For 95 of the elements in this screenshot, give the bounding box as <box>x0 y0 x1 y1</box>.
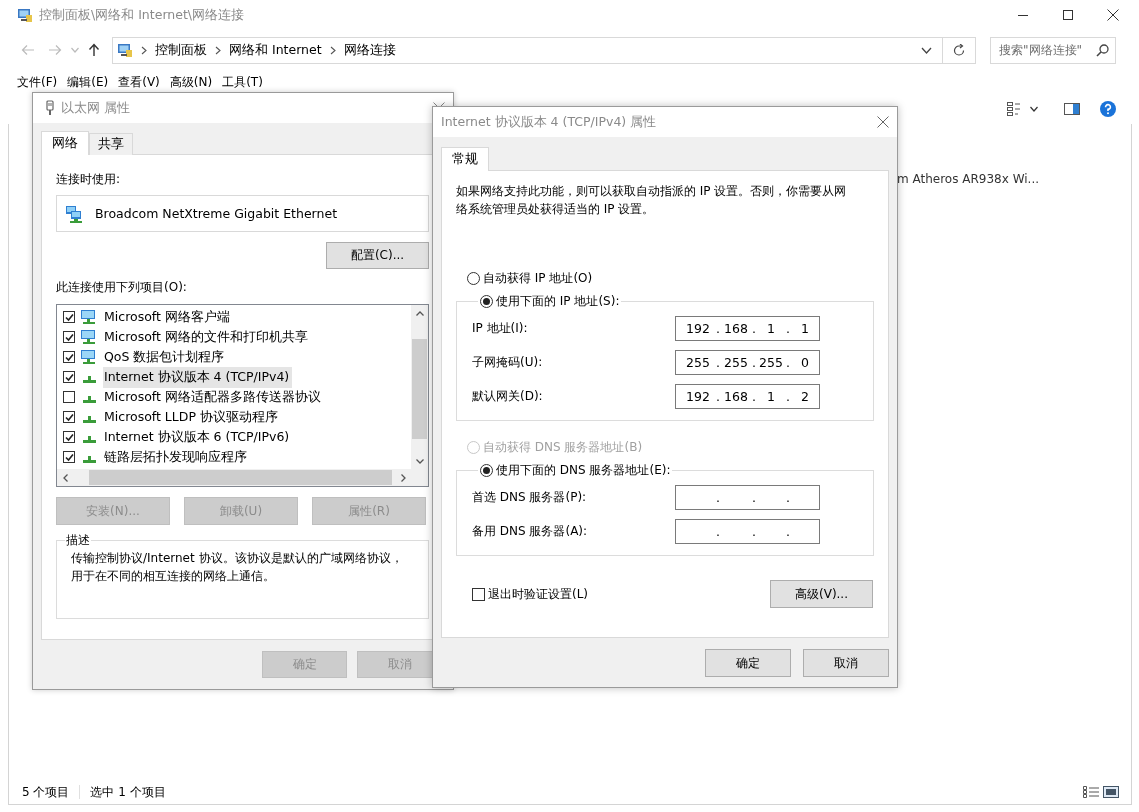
close-icon[interactable] <box>1106 9 1119 21</box>
scroll-right-icon[interactable] <box>400 473 406 482</box>
radio-button[interactable]: 使用下面的 DNS 服务器地址(E): <box>478 462 673 479</box>
protocol-icon <box>83 396 96 403</box>
window-title: 控制面板\网络和 Internet\网络连接 <box>39 6 245 24</box>
up-icon[interactable] <box>88 43 100 57</box>
chevron-icon <box>329 45 336 55</box>
group-label: 描述 <box>65 532 91 549</box>
ip-address-field[interactable]: . . . <box>675 484 820 510</box>
protocol-icon <box>83 376 96 383</box>
breadcrumb-item[interactable]: 网络连接 <box>343 41 396 59</box>
checkbox[interactable]: 退出时验证设置(L) <box>472 585 589 603</box>
details-view-icon[interactable] <box>1083 786 1099 798</box>
checkbox[interactable] <box>63 451 75 463</box>
refresh-icon[interactable] <box>953 43 965 57</box>
dialog-button[interactable]: 取消 <box>803 649 889 677</box>
computer-network-icon <box>80 309 98 325</box>
field-label: IP 地址(I): <box>472 319 529 337</box>
scrollbar[interactable] <box>411 305 428 469</box>
preview-pane-icon[interactable] <box>1064 103 1080 115</box>
tab[interactable]: 网络 <box>41 131 89 155</box>
configure-button[interactable]: 配置(C)... <box>326 242 429 269</box>
list-item[interactable]: Microsoft 网络的文件和打印机共享 <box>103 326 311 348</box>
checkbox[interactable] <box>63 391 75 403</box>
breadcrumb-item[interactable]: 网络和 Internet <box>229 41 322 59</box>
list-item[interactable]: 链路层拓扑发现响应程序 <box>103 446 250 468</box>
advanced-button[interactable]: 高级(V)... <box>770 580 873 608</box>
field-label: 首选 DNS 服务器(P): <box>472 488 588 506</box>
large-icons-view-icon[interactable] <box>1103 786 1119 798</box>
control-panel-icon <box>17 7 33 23</box>
search-icon[interactable] <box>1096 43 1109 57</box>
list-item[interactable]: QoS 数据包计划程序 <box>103 346 228 368</box>
ip-address-field[interactable]: 255 . 255 . 255 . 0 <box>675 349 820 375</box>
address-bar[interactable]: 控制面板 网络和 Internet 网络连接 <box>112 36 943 64</box>
protocol-icon <box>83 436 96 443</box>
status-text: 选中 1 个项目 <box>90 783 166 801</box>
menu-item[interactable]: 查看(V) <box>118 73 160 91</box>
close-icon[interactable] <box>877 116 889 128</box>
view-options-icon[interactable] <box>1007 102 1021 116</box>
dialog-title: 以太网 属性 <box>61 99 130 117</box>
field-label: 子网掩码(U): <box>472 353 544 371</box>
list-item[interactable]: Internet 协议版本 4 (TCP/IPv4) <box>103 366 293 388</box>
radio-button[interactable]: 自动获得 IP 地址(O) <box>465 270 595 287</box>
menu-item[interactable]: 高级(N) <box>169 73 213 91</box>
field-label: 连接时使用: <box>56 171 122 188</box>
description-text: 传输控制协议/Internet 协议。该协议是默认的广域网络协议，用于在不同的相互连接的网络上通信。 <box>71 550 404 585</box>
tab[interactable]: 常规 <box>441 147 489 171</box>
checkbox[interactable] <box>63 331 75 343</box>
help-icon[interactable] <box>1100 101 1116 117</box>
refresh-button[interactable] <box>943 36 976 64</box>
checkbox[interactable] <box>63 351 75 363</box>
scroll-left-icon[interactable] <box>62 473 68 482</box>
maximize-icon[interactable] <box>1062 10 1073 20</box>
field-label: 此连接使用下列项目(O): <box>56 279 188 296</box>
field-label: 默认网关(D): <box>472 387 544 405</box>
adapter-name: Broadcom NetXtreme Gigabit Ethernet <box>95 206 338 221</box>
menu-item[interactable]: 工具(T) <box>222 73 263 91</box>
protocol-icon <box>83 456 96 463</box>
computer-network-icon <box>80 329 98 345</box>
menu-item[interactable]: 文件(F) <box>17 73 58 91</box>
ip-address-field[interactable]: . . . <box>675 518 820 544</box>
scroll-down-icon[interactable] <box>415 458 424 464</box>
checkbox[interactable] <box>63 311 75 323</box>
list-item[interactable]: Microsoft LLDP 协议驱动程序 <box>103 406 281 428</box>
checkbox[interactable] <box>63 431 75 443</box>
intro-text: 如果网络支持此功能，则可以获取自动指派的 IP 设置。否则，你需要从网络系统管理员处获得适当的 IP 设置。 <box>456 183 848 218</box>
menu-item[interactable]: 编辑(E) <box>67 73 109 91</box>
item-label[interactable]: m Atheros AR938x Wi... <box>897 172 1040 186</box>
ip-address-field[interactable]: 192 . 168 . 1 . 1 <box>675 315 820 341</box>
chevron-icon <box>141 45 147 55</box>
chevron-icon <box>215 45 221 55</box>
network-adapter-icon <box>65 204 83 223</box>
field-label: 备用 DNS 服务器(A): <box>472 522 589 540</box>
checkbox[interactable] <box>63 411 75 423</box>
scroll-up-icon[interactable] <box>415 310 424 316</box>
protocol-icon <box>83 416 96 423</box>
list-item[interactable]: Microsoft 网络适配器多路传送器协议 <box>103 386 324 408</box>
search-field[interactable]: 搜索"网络连接" <box>990 36 1116 64</box>
control-panel-icon <box>117 42 133 58</box>
list-item[interactable]: Internet 协议版本 6 (TCP/IPv6) <box>103 426 293 448</box>
breadcrumb-item[interactable]: 控制面板 <box>155 41 207 59</box>
ip-address-field[interactable]: 192 . 168 . 1 . 2 <box>675 383 820 409</box>
dialog-button[interactable]: 确定 <box>705 649 791 677</box>
plug-icon <box>45 100 55 116</box>
checkbox[interactable] <box>63 371 75 383</box>
radio-button[interactable]: 使用下面的 IP 地址(S): <box>478 293 622 310</box>
computer-network-icon <box>80 349 98 365</box>
dialog-title: Internet 协议版本 4 (TCP/IPv4) 属性 <box>441 113 657 131</box>
list-item[interactable]: Microsoft 网络客户端 <box>103 306 233 328</box>
caret-icon[interactable] <box>1030 106 1038 112</box>
list-box[interactable]: Microsoft 网络客户端 Microsoft 网络的文件和打印机共享 QoS 数据包计划程序 Internet 协议版本 4 (TCP/IPv4) Microsoft 网络适配器多路传送器协议 Microsoft LLDP 协议驱动程序 Internet 协议版本 6 (TCP/IPv6) 链路层拓扑发现响应程序 <box>56 304 429 487</box>
scrollbar[interactable] <box>57 469 428 486</box>
tab[interactable]: 共享 <box>89 133 133 155</box>
status-text: 5 个项目 <box>22 783 70 801</box>
chevron-down-icon[interactable] <box>921 46 932 54</box>
